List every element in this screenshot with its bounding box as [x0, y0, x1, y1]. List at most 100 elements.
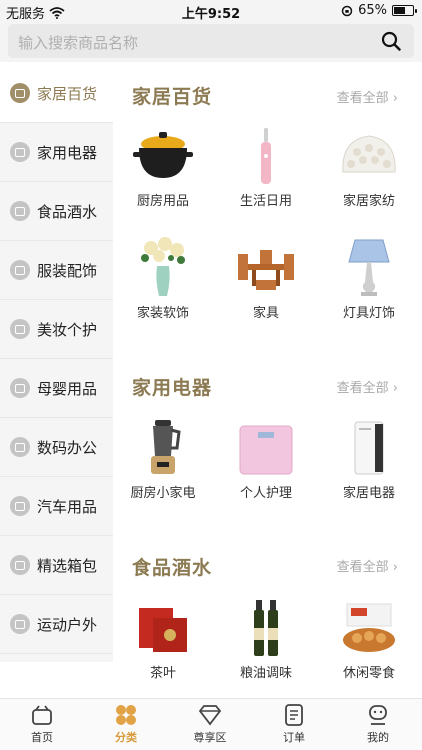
category-item-label: 厨房小家电 — [130, 486, 196, 501]
pillow-icon — [342, 135, 396, 173]
battery-icon — [392, 5, 417, 16]
tab-label: 尊享区 — [193, 731, 227, 744]
sidebar-item-label: 母婴用品 — [37, 379, 98, 398]
blender-icon — [151, 420, 181, 474]
category-item[interactable]: 茶叶 — [113, 598, 213, 681]
category-icon — [116, 705, 136, 725]
view-all-link[interactable]: 查看全部 › — [337, 377, 398, 396]
sidebar-item-baby[interactable]: 母婴用品 — [0, 359, 113, 418]
appliance-icon — [10, 142, 30, 162]
search-placeholder: 输入搜索商品名称 — [18, 34, 139, 52]
search-icon[interactable] — [380, 30, 402, 52]
sidebar-item-label: 汽车用品 — [37, 497, 98, 516]
view-all-link[interactable]: 查看全部 › — [337, 87, 398, 106]
category-item[interactable]: 家居电器 — [319, 418, 419, 501]
category-item-label: 家装软饰 — [136, 306, 189, 321]
category-item-label: 茶叶 — [149, 666, 176, 681]
category-item-label: 家居电器 — [342, 486, 395, 501]
battery-percent: 65% — [358, 3, 387, 18]
sidebar-item-apparel[interactable]: 服装配饰 — [0, 241, 113, 300]
section-title: 食品酒水 — [132, 557, 213, 579]
status-bar: 无服务 上午9:52 65% — [0, 0, 422, 22]
category-item[interactable]: 厨房小家电 — [113, 418, 213, 501]
digital-icon — [10, 437, 30, 457]
tab-label: 我的 — [367, 731, 389, 744]
tab-vip[interactable]: 尊享区 — [168, 703, 252, 745]
flower-vase-icon — [141, 237, 185, 296]
category-content: 家居百货 查看全部 › 厨房用品 生活日用 家居家纺 家装软饰 家具 灯具灯饰 … — [113, 64, 422, 698]
chevron-right-icon: › — [388, 91, 398, 106]
tab-label: 首页 — [31, 731, 53, 744]
sidebar-item-label: 家居百货 — [37, 84, 98, 103]
cosmetics-icon — [10, 319, 30, 339]
bag-icon — [10, 555, 30, 575]
view-all-label: 查看全部 — [336, 381, 389, 396]
shirt-icon — [10, 260, 30, 280]
category-item-label: 休闲零食 — [342, 666, 395, 681]
tab-orders[interactable]: 订单 — [252, 703, 336, 745]
baby-bottle-icon — [10, 378, 30, 398]
casserole-pot-icon — [133, 132, 193, 178]
category-item[interactable]: 个人护理 — [216, 418, 316, 501]
tab-label: 分类 — [115, 731, 137, 744]
sidebar-item-bags[interactable]: 精选箱包 — [0, 536, 113, 595]
category-item-label: 灯具灯饰 — [342, 306, 395, 321]
category-item[interactable]: 厨房用品 — [113, 126, 213, 209]
category-item[interactable]: 家具 — [216, 236, 316, 321]
sidebar-item-label: 数码办公 — [37, 438, 98, 457]
category-item-label: 家具 — [252, 306, 279, 321]
sidebar-item-label: 家用电器 — [37, 143, 98, 162]
category-item[interactable]: 家居家纺 — [319, 126, 419, 209]
car-icon — [10, 496, 30, 516]
tab-category[interactable]: 分类 — [84, 703, 168, 745]
category-item-label: 个人护理 — [239, 486, 292, 501]
sidebar-item-beauty[interactable]: 美妆个护 — [0, 300, 113, 359]
snack-box-icon — [343, 603, 395, 652]
electric-toothbrush-icon — [261, 128, 271, 184]
view-all-label: 查看全部 — [336, 91, 389, 106]
sidebar-item-label: 精选箱包 — [37, 556, 98, 575]
table-lamp-icon — [348, 239, 390, 296]
category-item[interactable]: 粮油调味 — [216, 598, 316, 681]
category-item[interactable]: 休闲零食 — [319, 598, 419, 681]
home-goods-icon — [10, 83, 30, 103]
home-icon — [32, 705, 52, 725]
air-purifier-icon — [354, 421, 384, 475]
sports-icon — [10, 614, 30, 634]
sidebar-item-label: 美妆个护 — [37, 320, 98, 339]
tab-label: 订单 — [283, 731, 305, 744]
sidebar-item-appliances[interactable]: 家用电器 — [0, 123, 113, 182]
category-item-label: 粮油调味 — [239, 666, 292, 681]
tab-home[interactable]: 首页 — [0, 703, 84, 745]
category-item[interactable]: 生活日用 — [216, 126, 316, 209]
view-all-label: 查看全部 — [336, 560, 389, 575]
category-item[interactable]: 家装软饰 — [113, 236, 213, 321]
category-sidebar: 家居百货 家用电器 食品酒水 服装配饰 美妆个护 母婴用品 数码办公 汽车用品 … — [0, 64, 113, 662]
sidebar-item-car[interactable]: 汽车用品 — [0, 477, 113, 536]
tab-profile[interactable]: 我的 — [336, 703, 420, 745]
order-icon — [285, 704, 303, 726]
category-item-label: 家居家纺 — [342, 194, 395, 209]
sidebar-item-label: 食品酒水 — [37, 202, 98, 221]
section-title: 家用电器 — [132, 377, 213, 399]
category-item[interactable]: 灯具灯饰 — [319, 236, 419, 321]
oil-bottles-icon — [254, 600, 278, 656]
tea-gift-box-icon — [139, 608, 187, 652]
chevron-right-icon: › — [388, 381, 398, 396]
sidebar-item-digital[interactable]: 数码办公 — [0, 418, 113, 477]
view-all-link[interactable]: 查看全部 › — [337, 556, 398, 575]
sidebar-item-sports[interactable]: 运动户外 — [0, 595, 113, 654]
sidebar-item-label: 运动户外 — [37, 615, 98, 634]
tab-bar: 首页 分类 尊享区 订单 我的 — [0, 698, 422, 750]
sidebar-item-label: 服装配饰 — [37, 261, 98, 280]
table-chairs-icon — [238, 250, 294, 290]
search-input[interactable]: 输入搜索商品名称 — [8, 24, 414, 58]
search-bar-area: 输入搜索商品名称 — [0, 22, 422, 62]
wine-glass-icon — [10, 201, 30, 221]
category-item-label: 厨房用品 — [136, 194, 189, 209]
chevron-right-icon: › — [388, 560, 398, 575]
sidebar-item-food-drinks[interactable]: 食品酒水 — [0, 182, 113, 241]
sidebar-item-home-goods[interactable]: 家居百货 — [0, 64, 113, 123]
bathroom-scale-icon — [239, 425, 293, 475]
category-item-label: 生活日用 — [239, 194, 292, 209]
